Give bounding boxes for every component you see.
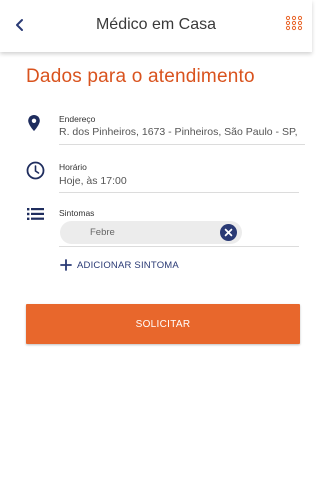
remove-symptom-button[interactable]: [220, 224, 237, 241]
close-circle-icon: [224, 228, 233, 237]
page-title: Dados para o atendimento: [26, 66, 255, 87]
list-icon: [27, 208, 44, 220]
address-field[interactable]: R. dos Pinheiros, 1673 - Pinheiros, São …: [59, 126, 305, 138]
app-title: Médico em Casa: [95, 16, 217, 33]
request-button[interactable]: SOLICITAR: [26, 304, 300, 344]
clock-icon: [26, 161, 45, 180]
top-bar: Médico em Casa: [0, 0, 312, 52]
form-area: Dados para o atendimento Endereço R. dos…: [0, 52, 312, 503]
time-underline: [59, 192, 299, 193]
plus-icon: [60, 259, 72, 271]
request-button-label: SOLICITAR: [135, 318, 191, 330]
add-symptom-button[interactable]: ADICIONAR SINTOMA: [60, 257, 179, 273]
address-underline: [59, 144, 305, 145]
grid-icon: [285, 15, 303, 31]
symptoms-label: Sintomas: [59, 208, 95, 218]
time-label: Horário: [59, 162, 87, 172]
symptom-chip: Febre: [60, 221, 242, 244]
time-field[interactable]: Hoje, às 17:00: [59, 175, 299, 187]
symptom-chip-label: Febre: [90, 227, 115, 238]
address-label: Endereço: [59, 114, 96, 124]
symptoms-underline: [59, 246, 299, 247]
apps-menu-button[interactable]: [283, 14, 305, 36]
location-pin-icon: [28, 115, 40, 131]
add-symptom-label: ADICIONAR SINTOMA: [77, 259, 179, 271]
